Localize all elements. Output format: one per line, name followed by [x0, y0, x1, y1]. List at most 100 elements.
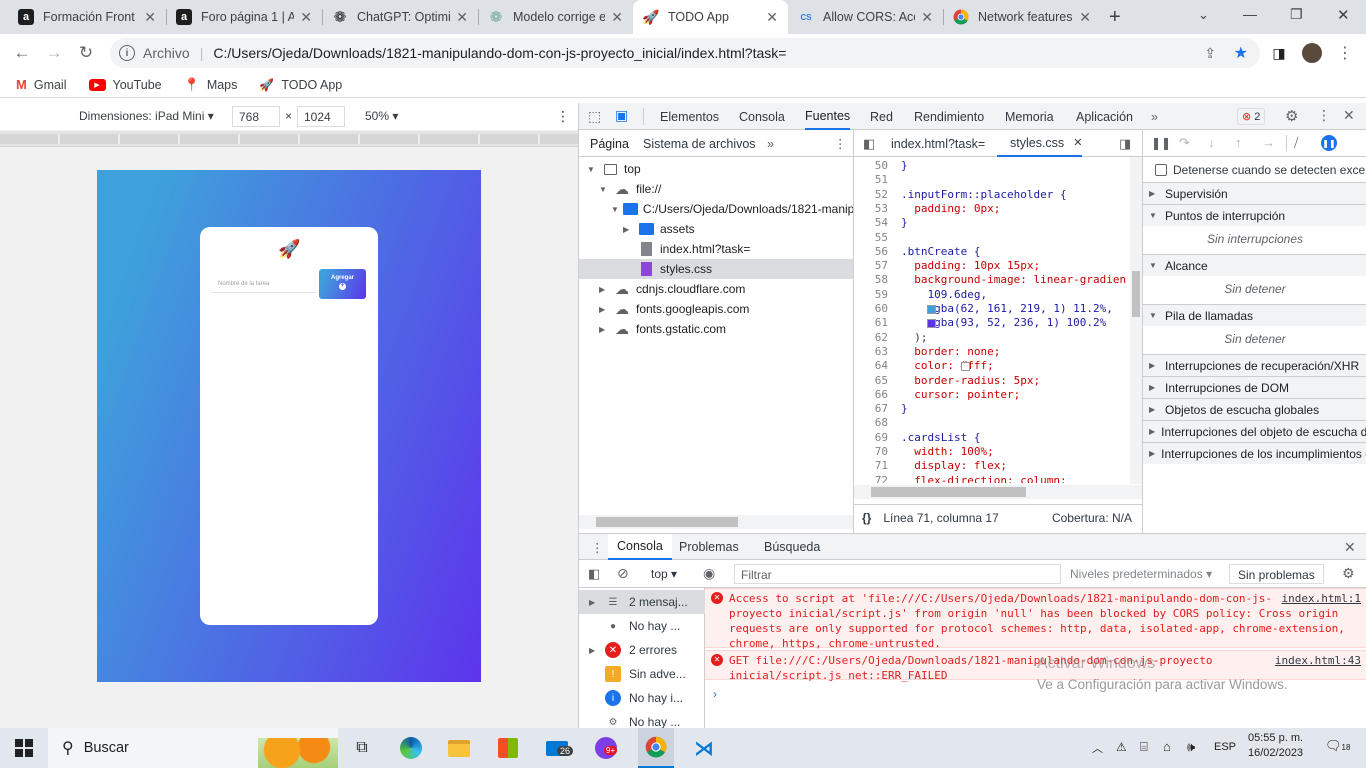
pause-icon[interactable]: ❚❚: [1151, 136, 1171, 150]
line-number[interactable]: 65: [854, 374, 888, 388]
new-tab-icon[interactable]: +: [1109, 6, 1121, 29]
inspect-element-icon[interactable]: ⬚: [588, 108, 601, 125]
message-source-link[interactable]: index.html:1: [1282, 591, 1361, 606]
step-out-icon[interactable]: ↑: [1235, 135, 1242, 150]
code-line[interactable]: color: #fff;: [901, 359, 993, 373]
device-height-input[interactable]: 1024: [297, 106, 345, 127]
mail-icon[interactable]: 26: [543, 734, 574, 762]
close-icon[interactable]: ✕: [1079, 9, 1091, 26]
line-number[interactable]: 52: [854, 188, 888, 202]
device-toggle-icon[interactable]: ▣: [615, 107, 628, 124]
line-number[interactable]: 70: [854, 445, 888, 459]
debugger-section[interactable]: ▶ Supervisión: [1143, 182, 1366, 204]
line-number[interactable]: 51: [854, 173, 888, 187]
code-line[interactable]: border: none;: [901, 345, 1000, 359]
step-icon[interactable]: →: [1262, 135, 1275, 150]
forward-icon[interactable]: →: [43, 42, 65, 64]
tab-console[interactable]: Consola: [739, 103, 785, 130]
tab-memory[interactable]: Memoria: [1005, 103, 1054, 130]
menu-icon[interactable]: ⋮: [1334, 42, 1356, 64]
tray-chevron-icon[interactable]: ︿: [1092, 740, 1103, 756]
message-source-link[interactable]: index.html:43: [1275, 653, 1361, 668]
line-number[interactable]: 69: [854, 431, 888, 445]
code-editor[interactable]: 50} 51 52 .inputForm::placeholder {53 paddi…: [854, 157, 1130, 483]
tree-item[interactable]: ▶ ☁ fonts.gstatic.com: [579, 319, 853, 339]
log-levels-select[interactable]: Niveles predeterminados ▾: [1070, 567, 1212, 581]
line-number[interactable]: 57: [854, 259, 888, 273]
error-count-badge[interactable]: ⊗ 2: [1237, 108, 1266, 125]
console-error-message[interactable]: ✕ index.html:1 Access to script at 'file:/…: [705, 588, 1366, 650]
restore-icon[interactable]: ❐: [1290, 6, 1303, 23]
color-swatch-icon[interactable]: [927, 305, 936, 314]
url-text[interactable]: C:/Users/Ojeda/Downloads/1821-manipuland…: [213, 45, 786, 61]
close-icon[interactable]: ✕: [766, 9, 778, 26]
close-icon[interactable]: ✕: [921, 9, 933, 26]
browser-tab[interactable]: ❁ ChatGPT: Optimiz ✕: [322, 0, 478, 34]
store-icon[interactable]: [494, 734, 522, 762]
add-task-button[interactable]: Agregar +: [319, 269, 366, 299]
windows-start-icon[interactable]: [10, 734, 38, 762]
line-number[interactable]: 63: [854, 345, 888, 359]
navigator-menu-icon[interactable]: ⋮: [834, 130, 847, 157]
code-line[interactable]: padding: 0px;: [901, 202, 1000, 216]
editor-vscrollbar[interactable]: [1130, 157, 1142, 484]
clock[interactable]: 05:55 p. m. 16/02/2023: [1248, 732, 1303, 759]
bookmark-todo[interactable]: 🚀 TODO App: [259, 78, 342, 92]
bookmark-youtube[interactable]: ▶ YouTube: [88, 78, 162, 92]
debugger-section[interactable]: ▶ Interrupciones de los incumplimientos d: [1143, 442, 1366, 464]
more-panels-icon[interactable]: »: [1151, 103, 1158, 130]
issues-button[interactable]: Sin problemas: [1229, 564, 1324, 584]
minimize-icon[interactable]: —: [1243, 6, 1257, 22]
drawer-tab-issues[interactable]: Problemas: [679, 534, 739, 560]
console-settings-icon[interactable]: ⚙: [1342, 565, 1355, 582]
line-number[interactable]: 54: [854, 216, 888, 230]
tree-item[interactable]: ▼ C:/Users/Ojeda/Downloads/1821-manip: [579, 199, 854, 219]
back-icon[interactable]: ←: [11, 42, 33, 64]
drawer-tab-console[interactable]: Consola: [608, 534, 672, 560]
taskbar-search[interactable]: ⚲ Buscar: [48, 728, 338, 768]
collapsed-arrow-icon[interactable]: ▶: [599, 305, 609, 314]
console-error-message[interactable]: ✕ index.html:43 GET file:///C:/Users/Ojeda…: [705, 650, 1366, 682]
expand-arrow-icon[interactable]: ▼: [599, 185, 609, 194]
window-close-icon[interactable]: ✕: [1337, 6, 1350, 24]
collapsed-arrow-icon[interactable]: ▶: [623, 225, 633, 234]
debugger-section[interactable]: ▶ Objetos de escucha globales: [1143, 398, 1366, 420]
drawer-menu-icon[interactable]: ⋮: [591, 534, 604, 560]
toggle-navigator-icon[interactable]: ◧: [863, 130, 875, 157]
debugger-section[interactable]: ▶ Interrupciones del objeto de escucha d: [1143, 420, 1366, 442]
code-line[interactable]: flex-direction: column;: [901, 474, 1066, 483]
code-line[interactable]: display: flex;: [901, 459, 1007, 473]
browser-tab[interactable]: ❁ Modelo corrige e ✕: [478, 0, 633, 34]
address-bar[interactable]: i Archivo | C:/Users/Ojeda/Downloads/182…: [110, 38, 1260, 68]
more-tabs-icon[interactable]: »: [767, 130, 774, 157]
console-filter-input[interactable]: Filtrar: [734, 564, 1061, 584]
bookmark-maps[interactable]: 📍 Maps: [184, 77, 238, 93]
code-line[interactable]: );: [901, 331, 927, 345]
tab-application[interactable]: Aplicación: [1076, 103, 1133, 130]
file-explorer-icon[interactable]: [445, 734, 473, 762]
close-icon[interactable]: ✕: [1073, 136, 1082, 149]
browser-tab[interactable]: a Formación Front ✕: [8, 0, 166, 34]
color-swatch-icon[interactable]: [961, 362, 970, 372]
deactivate-breakpoints-icon[interactable]: ⧸: [1294, 135, 1298, 151]
browser-tab[interactable]: Network features ✕: [943, 0, 1101, 34]
zoom-select[interactable]: 50% ▾: [365, 109, 398, 123]
tray-status-icon[interactable]: ⚠: [1116, 740, 1127, 754]
line-number[interactable]: 72: [854, 474, 888, 483]
pause-on-exceptions-icon[interactable]: ❚❚: [1321, 135, 1337, 151]
code-line[interactable]: }: [901, 402, 908, 416]
device-select[interactable]: Dimensiones: iPad Mini ▾: [79, 109, 214, 123]
settings-icon[interactable]: ⚙: [1285, 107, 1298, 125]
debugger-section[interactable]: ▼ Puntos de interrupción: [1143, 204, 1366, 226]
line-number[interactable]: 55: [854, 231, 888, 245]
tab-elements[interactable]: Elementos: [660, 103, 719, 130]
console-prompt-icon[interactable]: ›: [713, 687, 717, 701]
line-number[interactable]: 60: [854, 302, 888, 316]
app-icon[interactable]: 9+: [592, 734, 620, 762]
tab-network[interactable]: Red: [870, 103, 893, 130]
step-into-icon[interactable]: ↓: [1208, 135, 1215, 150]
expand-arrow-icon[interactable]: ▼: [587, 165, 597, 174]
reload-icon[interactable]: ↻: [75, 42, 97, 64]
line-number[interactable]: 58: [854, 273, 888, 287]
tab-performance[interactable]: Rendimiento: [914, 103, 984, 130]
